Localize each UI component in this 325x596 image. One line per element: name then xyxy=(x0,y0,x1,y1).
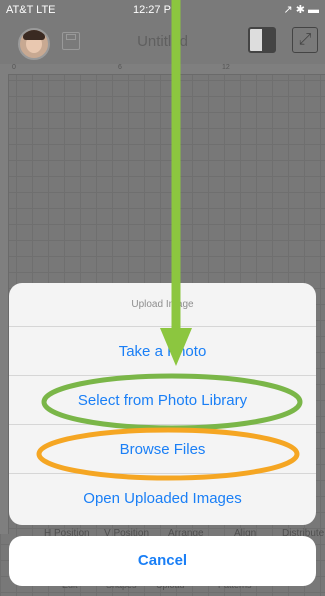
ruler-mark: 0 xyxy=(12,64,16,71)
layers-panel-icon[interactable] xyxy=(248,27,276,53)
expand-icon[interactable]: ⤢ xyxy=(292,27,318,53)
uploaded-images-button[interactable]: Open Uploaded Images xyxy=(9,474,316,523)
ruler-mark: 12 xyxy=(222,64,230,71)
ruler-top: 0 6 12 xyxy=(0,64,325,75)
upload-action-sheet: Upload Image Take a Photo Select from Ph… xyxy=(9,283,316,525)
take-photo-button[interactable]: Take a Photo xyxy=(9,327,316,376)
ruler-mark: 6 xyxy=(118,64,122,71)
action-sheet-title: Upload Image xyxy=(9,283,316,327)
cancel-button[interactable]: Cancel xyxy=(9,536,316,586)
top-bar: Untitled ⤢ xyxy=(0,20,325,64)
clock-time: 12:27 PM xyxy=(133,4,181,16)
document-title[interactable]: Untitled xyxy=(0,33,325,50)
status-bar: AT&T LTE 12:27 PM ↗ ✱ ▬ xyxy=(0,0,325,20)
photo-library-button[interactable]: Select from Photo Library xyxy=(9,376,316,425)
browse-files-button[interactable]: Browse Files xyxy=(9,425,316,474)
ruler-left xyxy=(0,74,9,534)
status-indicators: ↗ ✱ ▬ xyxy=(283,4,319,16)
carrier-label: AT&T LTE xyxy=(6,4,56,16)
